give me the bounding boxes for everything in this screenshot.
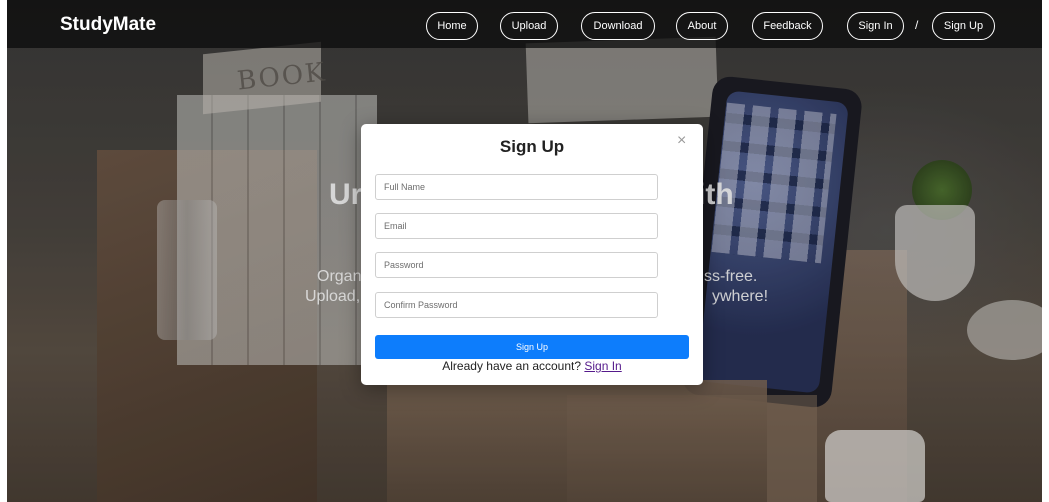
sign-up-submit-button[interactable]: Sign Up <box>375 335 689 359</box>
email-input[interactable] <box>375 213 658 239</box>
confirm-password-input[interactable] <box>375 292 658 318</box>
nav-download[interactable]: Download <box>581 12 655 40</box>
nav-upload[interactable]: Upload <box>500 12 558 40</box>
page-viewport: BOOK Ur ith Organiz ss-free. Upload, ywh… <box>7 0 1042 502</box>
sign-up-modal: Sign Up × Sign Up Already have an accoun… <box>361 124 703 385</box>
brand-logo[interactable]: StudyMate <box>60 14 156 36</box>
nav-separator: / <box>915 18 919 32</box>
nav-about[interactable]: About <box>676 12 728 40</box>
sign-in-link[interactable]: Sign In <box>584 359 621 373</box>
close-icon[interactable]: × <box>677 133 686 149</box>
full-name-input[interactable] <box>375 174 658 200</box>
nav-feedback[interactable]: Feedback <box>752 12 823 40</box>
password-input[interactable] <box>375 252 658 278</box>
nav-sign-up[interactable]: Sign Up <box>932 12 995 40</box>
sign-in-prompt-text: Already have an account? <box>442 359 582 373</box>
navbar: StudyMate Home Upload Download About Fee… <box>7 0 1042 48</box>
nav-home[interactable]: Home <box>426 12 478 40</box>
sign-in-prompt: Already have an account? Sign In <box>361 359 703 373</box>
modal-title: Sign Up <box>499 137 565 156</box>
nav-sign-in[interactable]: Sign In <box>847 12 904 40</box>
